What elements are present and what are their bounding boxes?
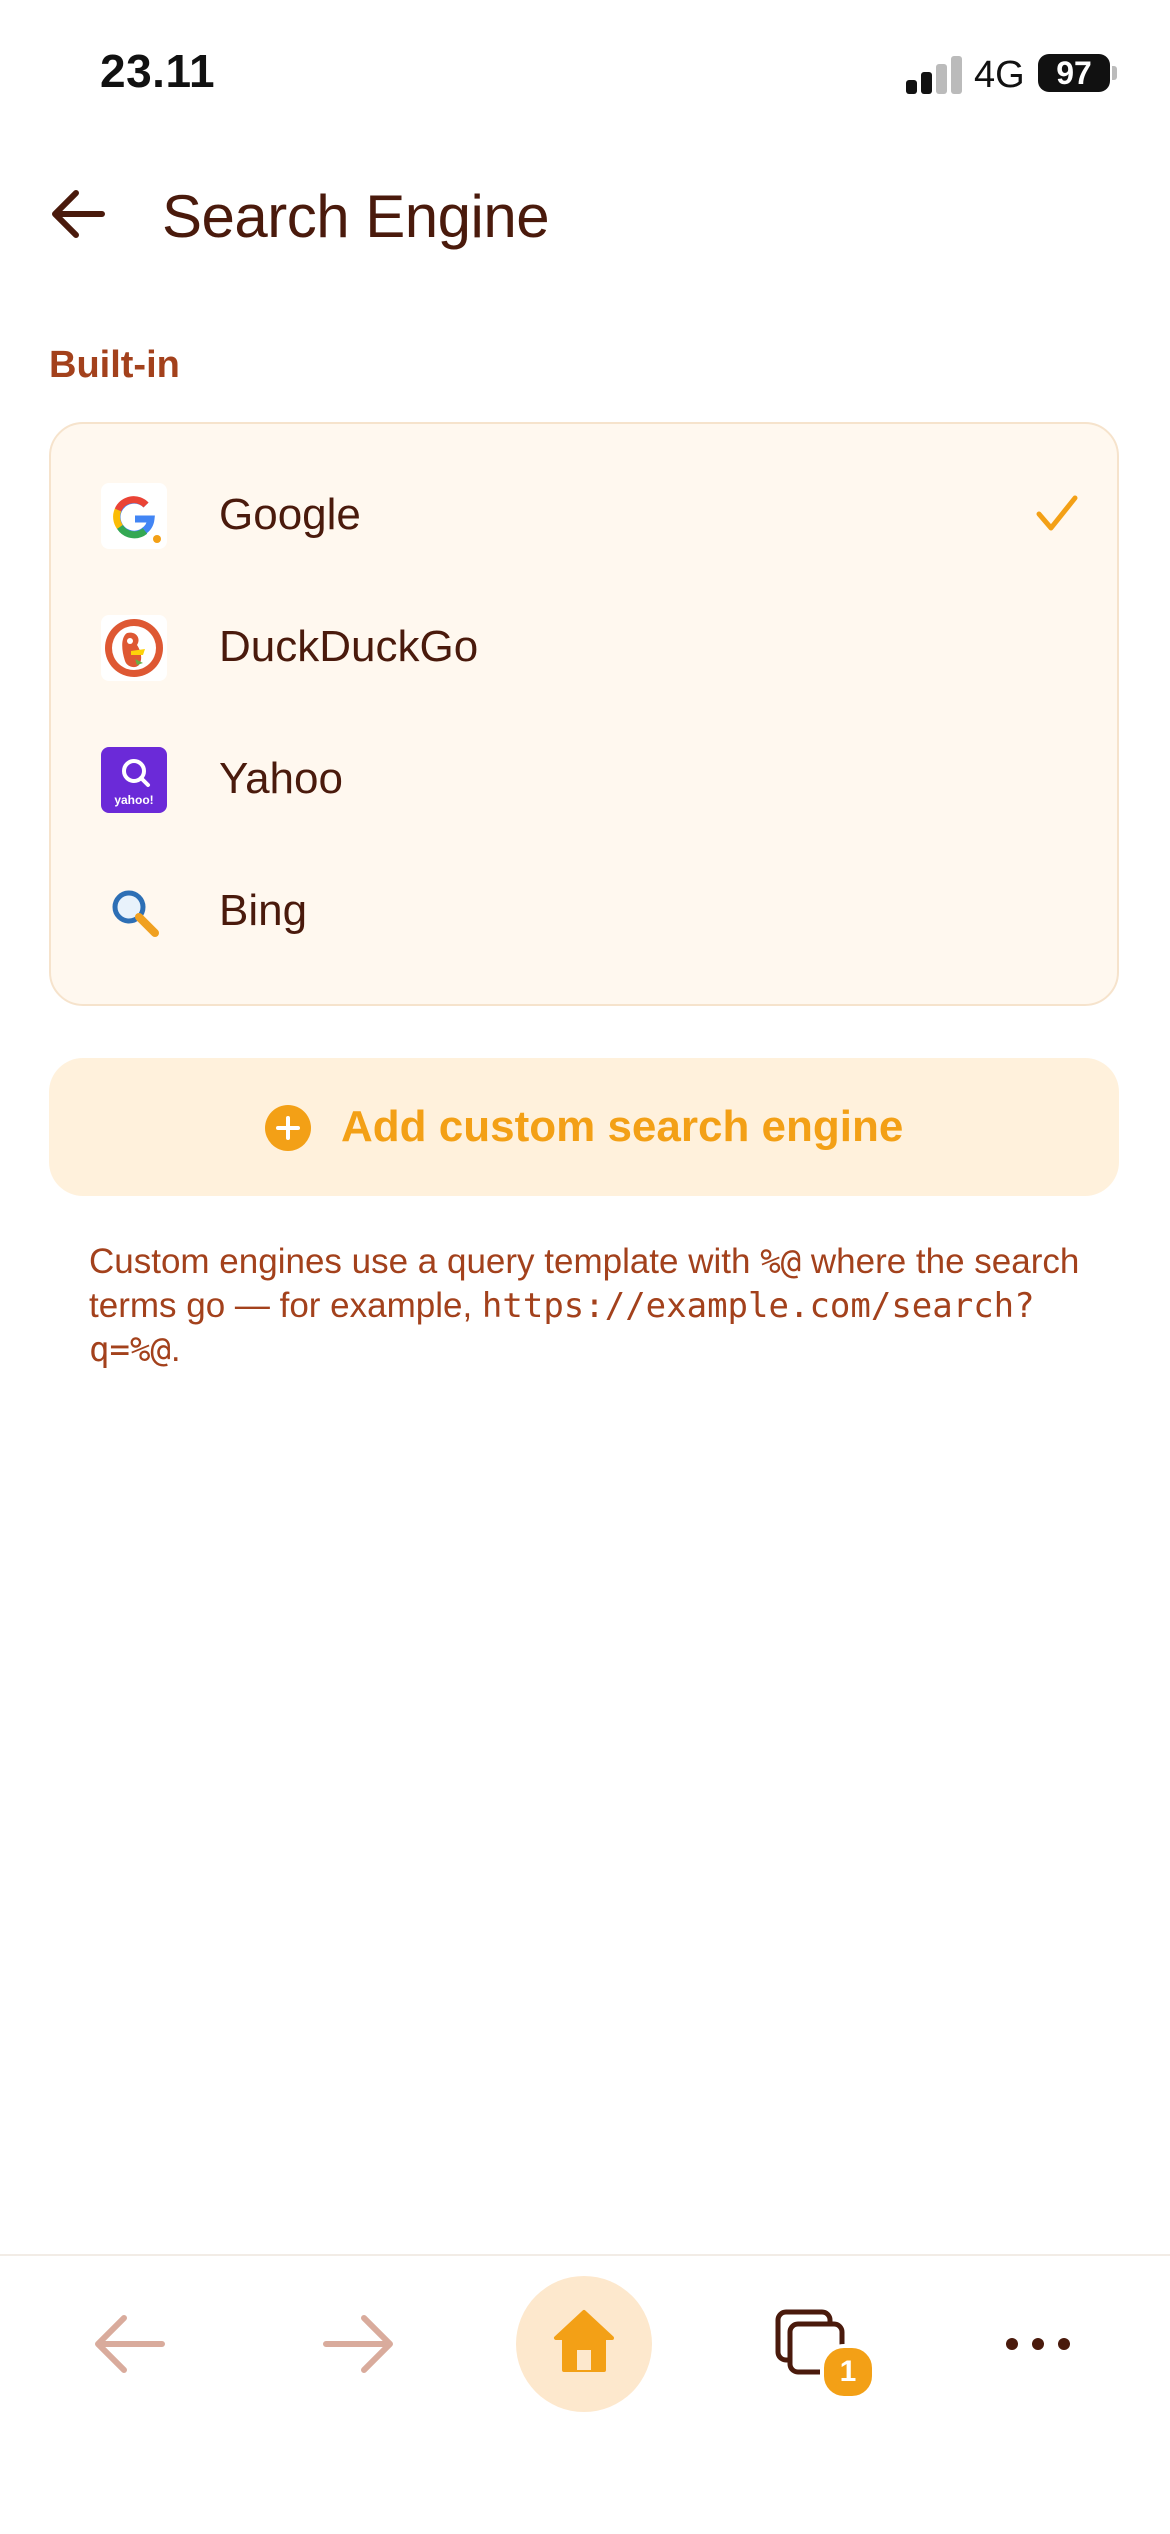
bing-logo-icon xyxy=(101,879,167,945)
signal-strength-icon xyxy=(906,56,962,94)
status-time: 23.11 xyxy=(100,45,216,97)
engine-list: Google DuckDuckGo yahoo! Yahoo Bing xyxy=(49,422,1119,1006)
battery-cap xyxy=(1112,66,1117,80)
network-type: 4G xyxy=(974,54,1025,96)
custom-engine-help-text: Custom engines use a query template with… xyxy=(89,1240,1089,1372)
duckduckgo-logo-icon xyxy=(101,615,167,681)
home-icon xyxy=(554,2310,614,2372)
help-text-part: Custom engines use a query template with xyxy=(89,1242,761,1281)
yahoo-logo-icon: yahoo! xyxy=(101,747,167,813)
engine-row-bing[interactable]: Bing xyxy=(51,846,1117,978)
back-button[interactable] xyxy=(46,180,114,248)
section-label-built-in: Built-in xyxy=(49,344,180,386)
engine-name: Google xyxy=(219,490,361,539)
engine-name: Yahoo xyxy=(219,754,343,803)
add-custom-engine-button[interactable]: Add custom search engine xyxy=(49,1058,1119,1196)
add-custom-engine-label: Add custom search engine xyxy=(341,1102,904,1151)
bottom-toolbar: 1 xyxy=(0,2254,1170,2534)
template-token: %@ xyxy=(760,1242,802,1282)
engine-name: Bing xyxy=(219,886,308,935)
toolbar-back-button[interactable] xyxy=(62,2276,198,2412)
checkmark-icon xyxy=(1036,495,1078,531)
arrow-right-icon xyxy=(323,2315,393,2373)
battery-indicator: 97 xyxy=(1038,54,1110,92)
yahoo-logo-text: yahoo! xyxy=(114,793,153,807)
tab-count-badge: 1 xyxy=(820,2344,876,2400)
arrow-left-icon xyxy=(52,190,105,238)
page-title: Search Engine xyxy=(162,183,550,250)
toolbar-more-button[interactable] xyxy=(970,2276,1106,2412)
engine-row-google[interactable]: Google xyxy=(51,450,1117,582)
status-bar: 23.11 4G 97 xyxy=(0,0,1170,150)
help-text-part: . xyxy=(170,1330,181,1369)
arrow-left-icon xyxy=(95,2315,165,2373)
engine-name: DuckDuckGo xyxy=(219,622,479,671)
more-icon xyxy=(1006,2338,1070,2350)
google-logo-icon xyxy=(101,483,167,549)
plus-circle-icon xyxy=(265,1105,311,1151)
engine-row-yahoo[interactable]: yahoo! Yahoo xyxy=(51,714,1117,846)
toolbar-home-button[interactable] xyxy=(516,2276,652,2412)
toolbar-forward-button[interactable] xyxy=(290,2276,426,2412)
engine-row-duckduckgo[interactable]: DuckDuckGo xyxy=(51,582,1117,714)
